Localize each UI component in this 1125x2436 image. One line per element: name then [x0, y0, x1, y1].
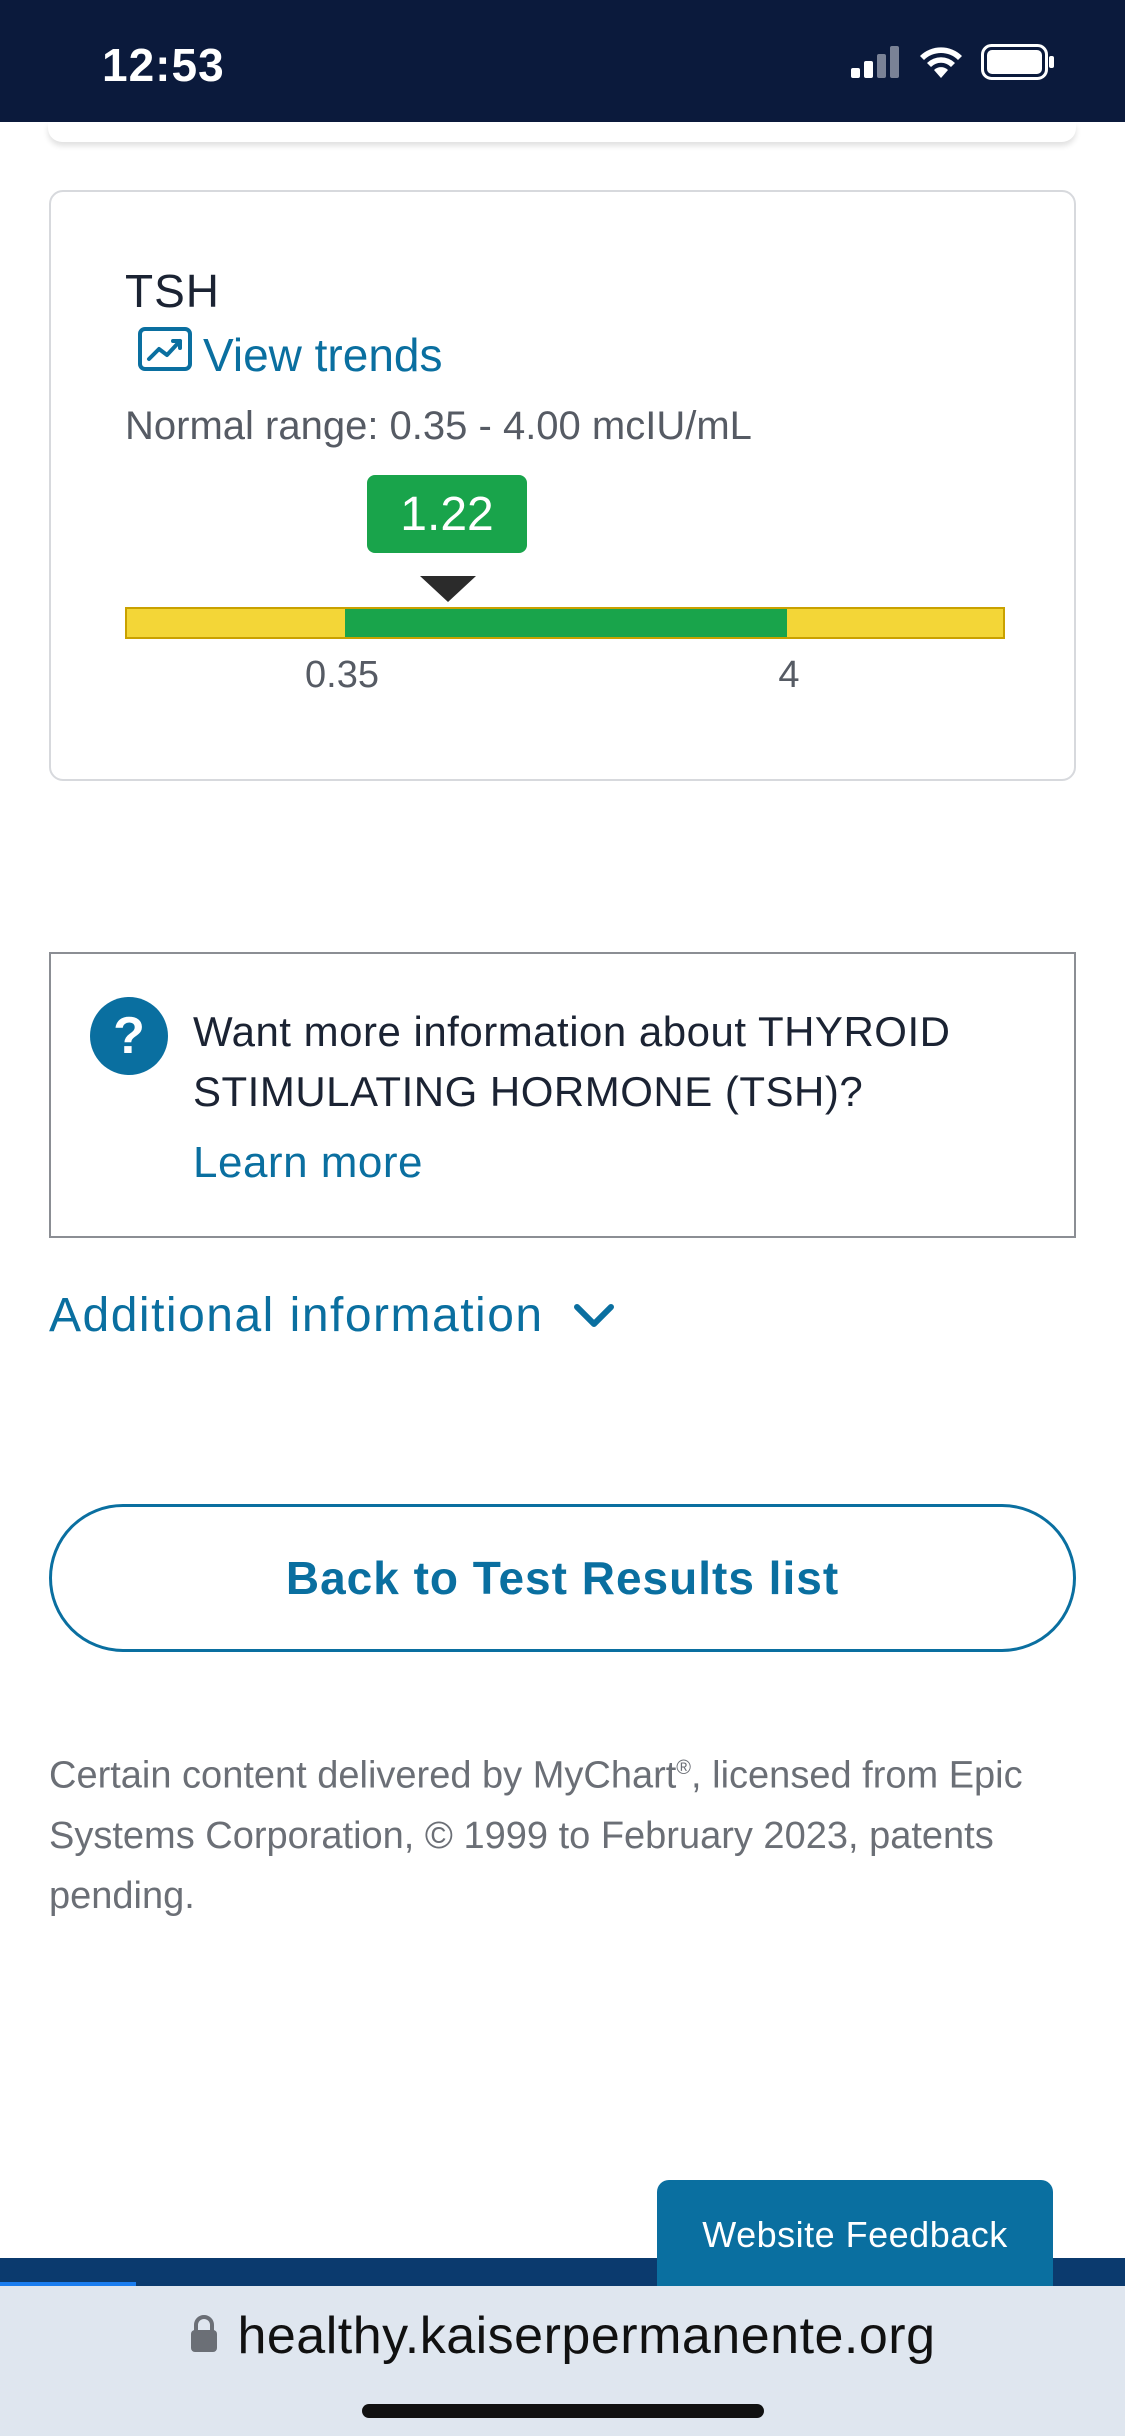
more-info-text: Want more information about THYROID STIM… — [193, 1008, 951, 1115]
additional-information-toggle[interactable]: Additional information — [49, 1288, 616, 1343]
copyright-text-start: Certain content delivered by MyChart — [49, 1754, 677, 1797]
result-value-badge: 1.22 — [367, 475, 527, 553]
value-pointer-icon — [420, 576, 476, 602]
test-name: TSH — [125, 265, 220, 317]
range-bar-normal-segment — [345, 609, 787, 637]
view-trends-link[interactable]: View trends — [137, 326, 443, 383]
back-to-test-results-button[interactable]: Back to Test Results list — [49, 1504, 1076, 1652]
range-bar-low-segment — [127, 609, 345, 637]
copyright-notice: Certain content delivered by MyChart®, l… — [49, 1738, 1089, 1926]
website-feedback-button[interactable]: Website Feedback — [657, 2180, 1053, 2290]
chevron-down-icon — [572, 1288, 616, 1343]
previous-card-edge — [48, 122, 1076, 142]
lock-icon — [189, 2314, 219, 2359]
range-bar — [125, 607, 1005, 639]
test-result-card: TSH View trends Normal range: 0.35 - 4.0… — [49, 190, 1076, 781]
battery-icon — [981, 43, 1055, 85]
view-trends-label: View trends — [203, 328, 443, 381]
cellular-signal-icon — [851, 45, 901, 83]
page: 12:53 TSH View trends Normal range: 0.35… — [0, 0, 1125, 2436]
normal-range-text: Normal range: 0.35 - 4.00 mcIU/mL — [125, 404, 752, 448]
wifi-icon — [919, 45, 963, 84]
status-time: 12:53 — [102, 39, 225, 91]
range-low-tick: 0.35 — [305, 654, 379, 696]
question-mark-icon: ? — [90, 997, 168, 1075]
status-bar: 12:53 — [0, 0, 1125, 122]
home-indicator[interactable] — [362, 2404, 764, 2418]
url-field[interactable]: healthy.kaiserpermanente.org — [0, 2306, 1125, 2366]
range-high-tick: 4 — [778, 654, 800, 696]
url-text: healthy.kaiserpermanente.org — [237, 2307, 936, 2365]
status-icons — [851, 43, 1055, 85]
additional-information-label: Additional information — [49, 1289, 544, 1342]
range-bar-high-segment — [787, 609, 1003, 637]
learn-more-link[interactable]: Learn more — [193, 1138, 423, 1188]
more-info-box: ? Want more information about THYROID ST… — [49, 952, 1076, 1238]
trend-chart-icon — [137, 326, 193, 383]
browser-address-bar: healthy.kaiserpermanente.org — [0, 2286, 1125, 2436]
registered-mark: ® — [676, 1757, 692, 1779]
